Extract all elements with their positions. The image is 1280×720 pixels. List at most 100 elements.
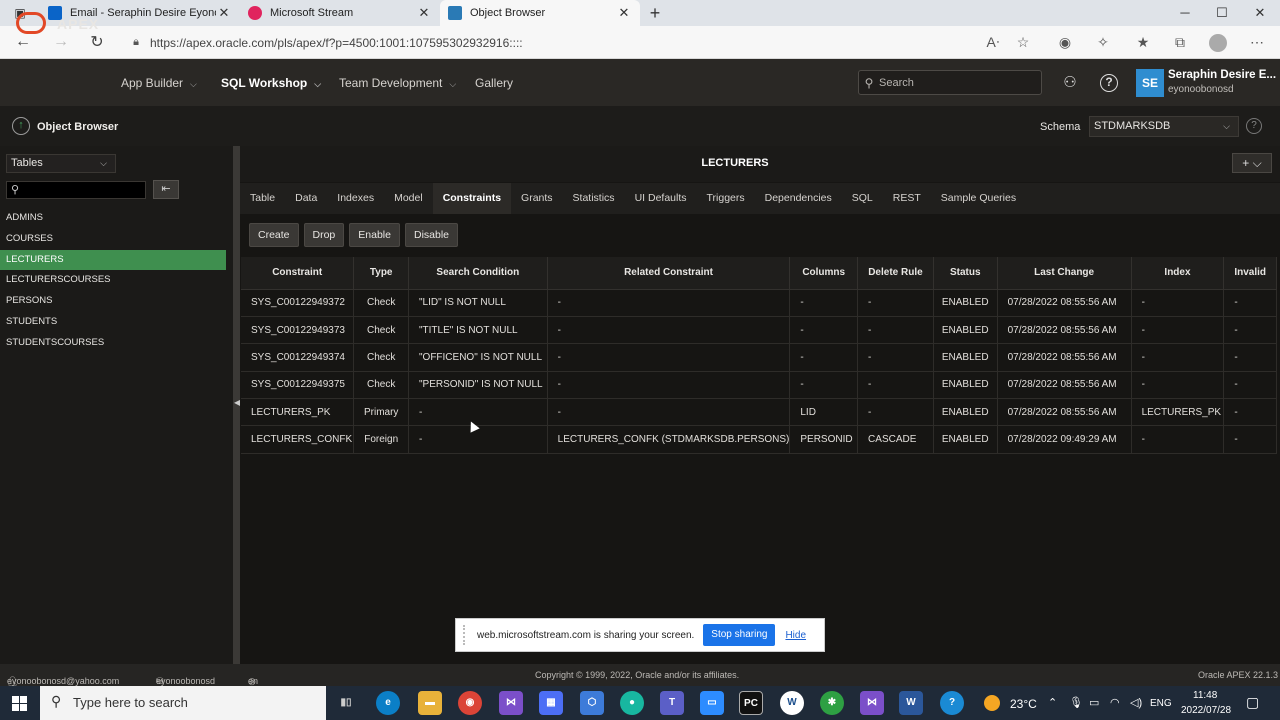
column-header[interactable]: Delete Rule: [857, 257, 934, 290]
list-item[interactable]: ADMINS: [0, 208, 226, 229]
column-header[interactable]: Search Condition: [408, 257, 548, 290]
tab-indexes[interactable]: Indexes: [327, 183, 384, 214]
wifi-icon[interactable]: ◠: [1110, 696, 1120, 709]
clock-date[interactable]: 2022/07/28: [1181, 705, 1231, 716]
teams-icon[interactable]: T: [660, 691, 684, 715]
input-language[interactable]: ENG: [1150, 698, 1172, 709]
edge-icon[interactable]: e: [376, 691, 400, 715]
close-window-icon[interactable]: ✕: [1241, 0, 1279, 26]
list-item-selected[interactable]: LECTURERS: [0, 249, 226, 271]
pycharm-icon[interactable]: PC: [739, 691, 763, 715]
back-icon[interactable]: ←: [5, 33, 41, 51]
help-app-icon[interactable]: ?: [940, 691, 964, 715]
avatar[interactable]: SE: [1136, 69, 1164, 97]
favorite-add-icon[interactable]: ☆: [1006, 26, 1040, 59]
weather-sun-icon[interactable]: [984, 695, 1000, 711]
collections-icon[interactable]: ⧉: [1163, 26, 1197, 59]
apex-brand[interactable]: APEX: [57, 16, 99, 32]
enable-button[interactable]: Enable: [349, 223, 400, 247]
apex-logo-icon[interactable]: [16, 12, 46, 34]
new-tab-icon[interactable]: +: [640, 3, 670, 24]
column-header[interactable]: Type: [353, 257, 409, 290]
more-menu-icon[interactable]: ⋯: [1240, 26, 1274, 59]
visual-studio-2-icon[interactable]: ⋈: [860, 691, 884, 715]
administration-icon[interactable]: ⚇: [1059, 72, 1081, 94]
column-header[interactable]: Columns: [789, 257, 859, 290]
object-type-select[interactable]: Tables ⌵: [6, 154, 116, 173]
column-header[interactable]: Related Constraint: [547, 257, 791, 290]
menu-app-builder[interactable]: App Builder ⌵: [121, 76, 197, 90]
drag-handle-icon[interactable]: [463, 625, 477, 645]
task-view-icon[interactable]: ▮▯: [334, 691, 358, 715]
profile-icon[interactable]: [1201, 26, 1235, 59]
user-name[interactable]: Seraphin Desire E...: [1168, 69, 1276, 81]
column-header[interactable]: Index: [1131, 257, 1225, 290]
file-explorer-icon[interactable]: ▬: [418, 691, 442, 715]
close-tab-icon[interactable]: ✕: [616, 5, 632, 21]
stop-sharing-button[interactable]: Stop sharing: [703, 624, 776, 646]
minimize-icon[interactable]: ─: [1166, 0, 1204, 26]
microphone-icon[interactable]: 🎙︎: [1069, 696, 1083, 709]
read-aloud-icon[interactable]: Aᐧ: [976, 26, 1010, 59]
menu-sql-workshop[interactable]: SQL Workshop ⌵: [221, 76, 321, 90]
list-item[interactable]: STUDENTSCOURSES: [0, 333, 226, 354]
browser-tab-object-browser[interactable]: Object Browser ✕: [440, 0, 640, 26]
app-circle-icon[interactable]: ●: [620, 691, 644, 715]
drop-button[interactable]: Drop: [303, 223, 345, 247]
tab-grants[interactable]: Grants: [511, 183, 563, 214]
menu-team-development[interactable]: Team Development ⌵: [339, 76, 456, 90]
tab-rest[interactable]: REST: [883, 183, 931, 214]
column-header[interactable]: Last Change: [997, 257, 1132, 290]
tab-model[interactable]: Model: [384, 183, 433, 214]
collapse-list-button[interactable]: ⇤: [153, 180, 179, 199]
list-item[interactable]: LECTURERSCOURSES: [0, 270, 226, 291]
volume-icon[interactable]: ◁): [1130, 696, 1142, 709]
list-item[interactable]: PERSONS: [0, 291, 226, 312]
panel-splitter[interactable]: ◀: [233, 146, 240, 664]
create-object-button[interactable]: + ⌵: [1232, 153, 1272, 173]
tray-chevron-icon[interactable]: ⌃: [1048, 696, 1057, 709]
header-search-input[interactable]: ⚲ Search: [858, 70, 1042, 95]
object-search-input[interactable]: ⚲: [6, 181, 146, 199]
hide-link[interactable]: Hide: [785, 630, 806, 641]
app-icon[interactable]: ⬡: [580, 691, 604, 715]
tab-sql[interactable]: SQL: [842, 183, 883, 214]
url-field[interactable]: 🔒︎ https://apex.oracle.com/pls/apex/f?p=…: [122, 30, 1052, 55]
word-icon[interactable]: W: [899, 691, 923, 715]
refresh-icon[interactable]: ↻: [79, 32, 115, 52]
extensions-puzzle-icon[interactable]: ✧: [1086, 26, 1120, 59]
list-item[interactable]: COURSES: [0, 229, 226, 250]
tab-constraints[interactable]: Constraints: [432, 183, 512, 214]
tab-statistics[interactable]: Statistics: [563, 183, 625, 214]
list-item[interactable]: STUDENTS: [0, 312, 226, 333]
chrome-icon[interactable]: ◉: [458, 691, 482, 715]
schema-select[interactable]: STDMARKSDB ⌵: [1089, 116, 1239, 137]
app-green-icon[interactable]: ✱: [820, 691, 844, 715]
close-tab-icon[interactable]: ✕: [416, 5, 432, 21]
taskbar-search-input[interactable]: ⚲ Type here to search: [40, 686, 326, 720]
store-icon[interactable]: ▦: [539, 691, 563, 715]
browser-tab-stream[interactable]: Microsoft Stream ✕: [240, 0, 440, 26]
maximize-icon[interactable]: ☐: [1203, 0, 1241, 26]
up-arrow-icon[interactable]: ↑: [12, 117, 30, 135]
disable-button[interactable]: Disable: [404, 223, 459, 247]
notification-icon[interactable]: ▢: [1246, 694, 1259, 711]
visual-studio-icon[interactable]: ⋈: [499, 691, 523, 715]
favorites-icon[interactable]: ★: [1126, 26, 1160, 59]
tab-data[interactable]: Data: [285, 183, 327, 214]
schema-help-icon[interactable]: ?: [1246, 118, 1262, 134]
tab-sample-queries[interactable]: Sample Queries: [931, 183, 1026, 214]
tab-dependencies[interactable]: Dependencies: [755, 183, 842, 214]
column-header[interactable]: Status: [933, 257, 998, 290]
app-w-icon[interactable]: W: [780, 691, 804, 715]
column-header[interactable]: Invalid: [1223, 257, 1277, 290]
help-icon[interactable]: ?: [1100, 74, 1118, 92]
tab-triggers[interactable]: Triggers: [697, 183, 755, 214]
windows-start-icon[interactable]: [12, 696, 27, 711]
zoom-icon[interactable]: ▭: [700, 691, 724, 715]
close-tab-icon[interactable]: ✕: [216, 5, 232, 21]
extension-icon[interactable]: ◉: [1048, 26, 1082, 59]
tab-table[interactable]: Table: [240, 183, 285, 214]
column-header[interactable]: Constraint: [241, 257, 355, 290]
temperature[interactable]: 23°C: [1010, 697, 1037, 711]
